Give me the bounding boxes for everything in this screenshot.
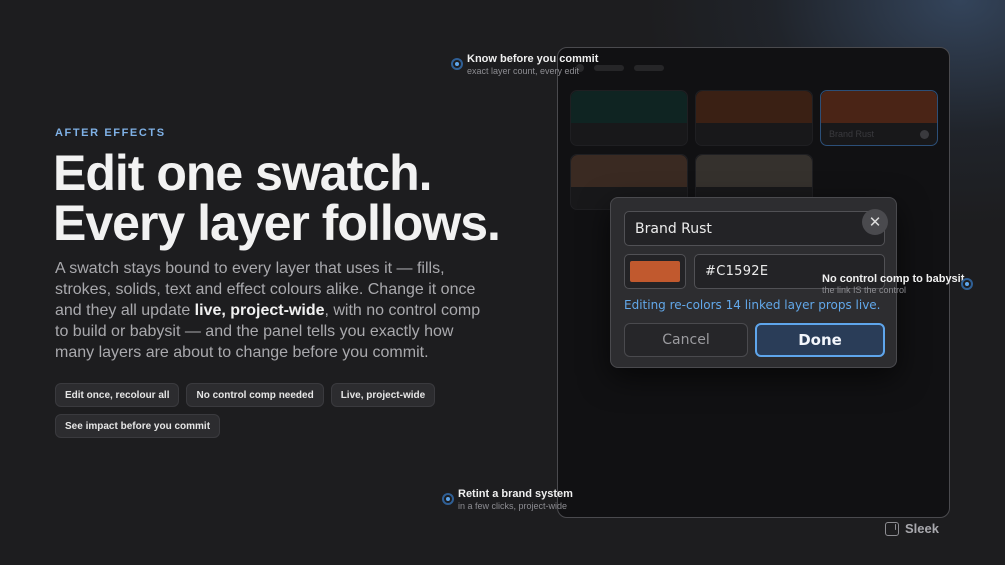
swatch-chip [696,155,812,187]
swatch-card-label: Brand Rust [829,129,875,139]
body-copy-emphasis: live, project-wide [194,302,325,319]
panel-toolbar-bar [594,65,624,71]
panel-toolbar-bar [634,65,664,71]
panel-toolbar [558,48,949,88]
cancel-button[interactable]: Cancel [624,323,748,357]
swatch-chip [571,155,687,187]
callout-subtitle: exact layer count, every edit [467,66,580,76]
callout-subtitle: in a few clicks, project-wide [458,501,568,511]
headline-line-2: Every layer follows. [53,195,501,251]
feature-pills: Edit once, recolour all No control comp … [55,383,455,438]
body-copy: A swatch stays bound to every layer that… [55,258,485,363]
done-button[interactable]: Done [755,323,885,357]
pill-live-project-wide: Live, project-wide [330,383,436,407]
brand-logo: Sleek [885,521,939,536]
callout-title: Know before you commit [467,53,599,65]
callout-pin-icon [442,493,454,505]
headline-line-1: Edit one swatch. [53,145,433,201]
close-icon[interactable]: ✕ [862,209,888,235]
pill-no-control-comp: No control comp needed [186,383,324,407]
impact-note: Editing re-colors 14 linked layer props … [624,298,881,312]
callout-title: Retint a brand system [458,488,573,500]
pill-see-impact: See impact before you commit [55,414,221,438]
headline: Edit one swatch. Every layer follows. [53,148,523,248]
swatch-name-input[interactable]: Brand Rust [624,211,885,246]
pill-edit-once: Edit once, recolour all [55,383,180,407]
swatch-chip [821,91,937,123]
swatch-card[interactable] [695,90,813,146]
swatch-chip [571,91,687,123]
callout-pin-icon [451,58,463,70]
eyebrow-label: AFTER EFFECTS [55,127,166,139]
color-swatch-fill [630,261,680,282]
color-picker-swatch[interactable] [624,254,686,289]
gear-icon[interactable] [920,130,929,139]
callout-pin-icon [961,278,973,290]
brand-name: Sleek [905,521,939,536]
swatch-card-selected[interactable]: Brand Rust [820,90,938,146]
callout-subtitle: the link IS the control [822,285,907,295]
swatch-card[interactable] [570,90,688,146]
sleek-logo-icon [885,521,899,536]
swatch-chip [696,91,812,123]
